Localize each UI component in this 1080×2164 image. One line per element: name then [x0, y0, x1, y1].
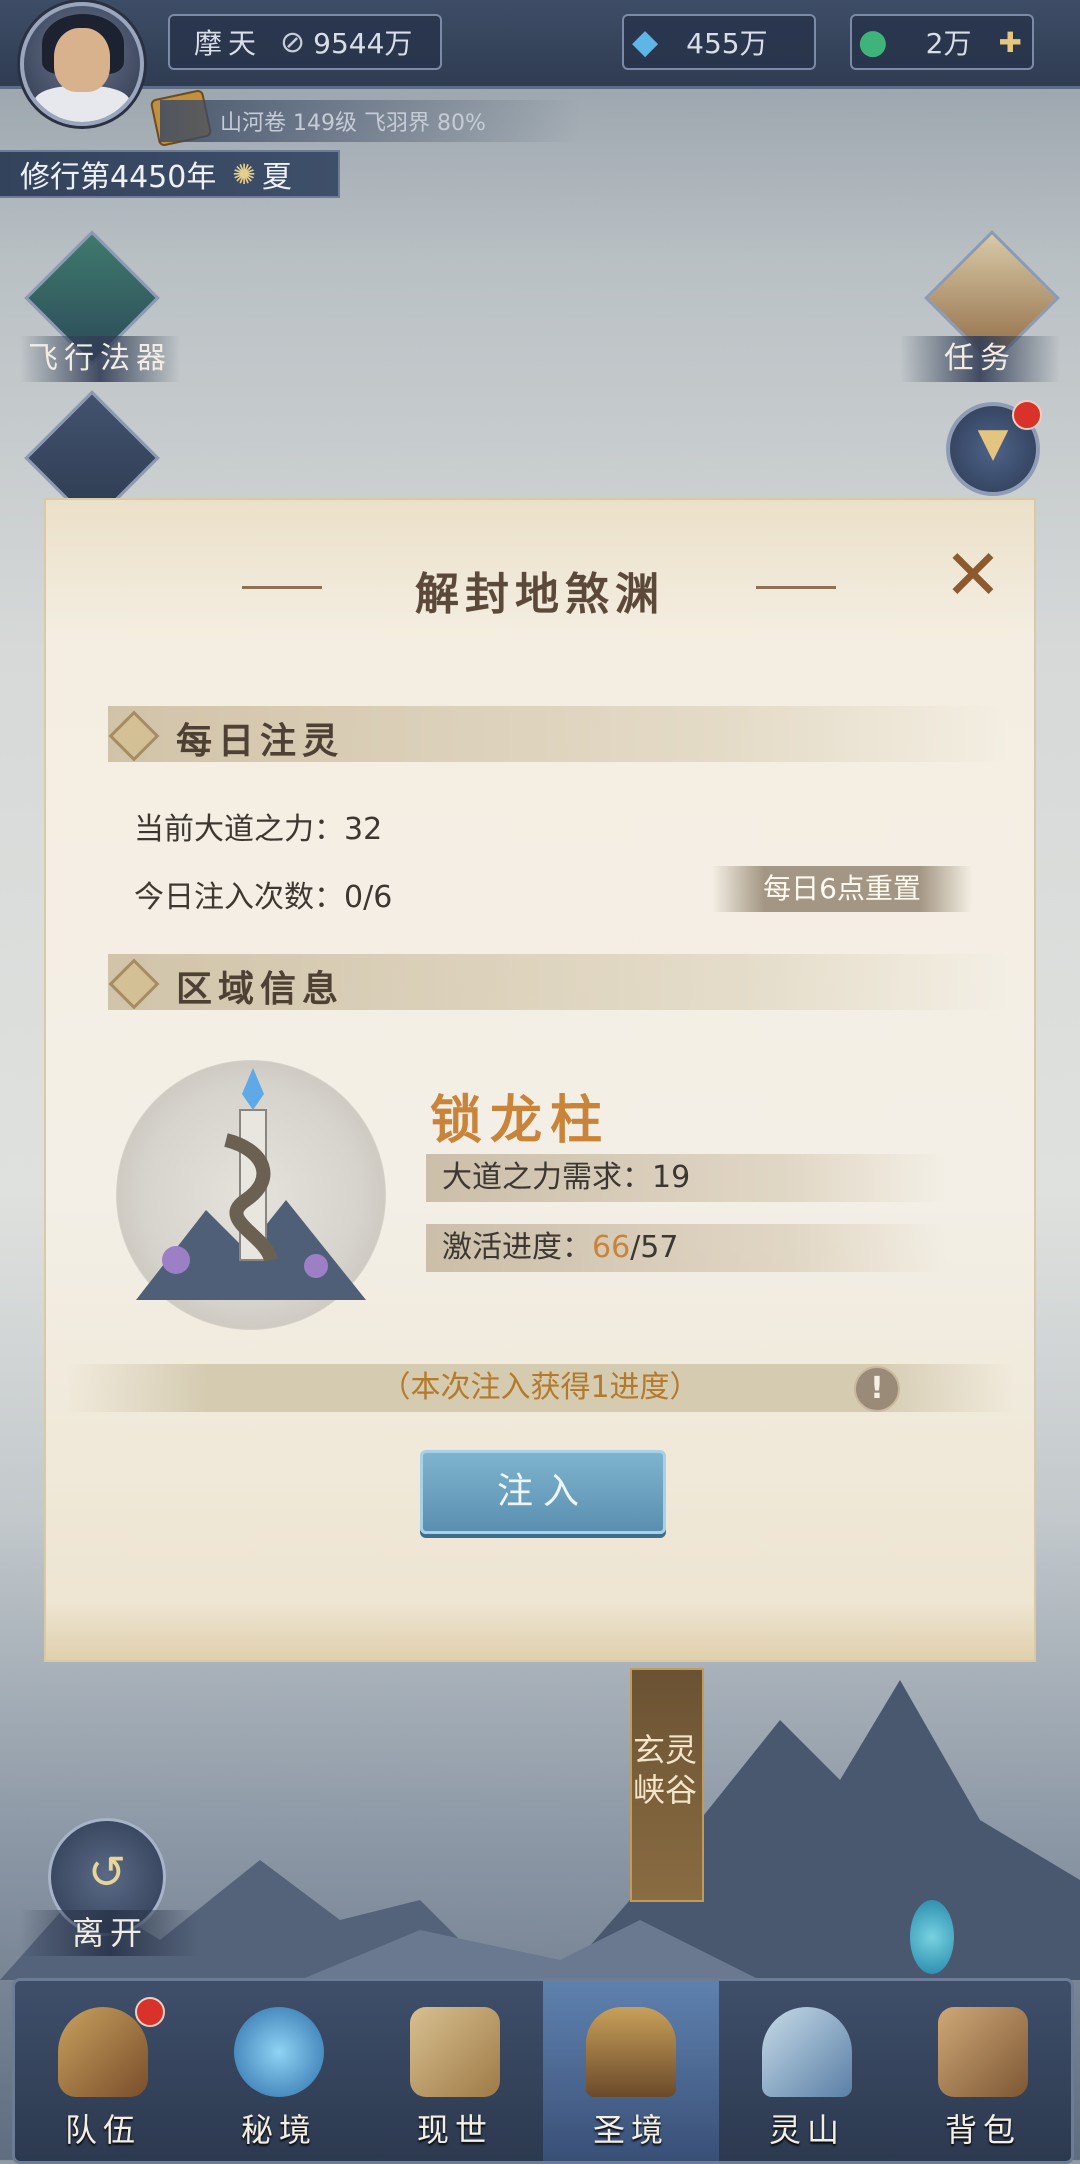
- area-section-header: 区域信息: [108, 954, 1008, 1010]
- gorge-tower-label: 玄灵峡谷: [632, 1731, 697, 1809]
- cultivation-year-bar: 修行第4450年 ✺ 夏: [0, 150, 340, 198]
- portal-icon[interactable]: [910, 1900, 954, 1974]
- team-notification-dot: [135, 1997, 165, 2027]
- flying-artifact-button[interactable]: 飞行法器: [20, 230, 180, 382]
- secret-realm-icon: [234, 2007, 324, 2097]
- player-power: 9544万: [313, 27, 413, 60]
- dialog-title: 解封地煞渊: [415, 569, 665, 620]
- jade-pill[interactable]: ● 2万 ✚: [850, 14, 1034, 70]
- leave-label: 离开: [20, 1910, 200, 1956]
- requirement-row: 大道之力需求：19: [426, 1154, 946, 1202]
- flying-artifact-label: 飞行法器: [20, 336, 180, 382]
- inject-button[interactable]: 注入: [420, 1450, 666, 1534]
- unseal-dialog: 解封地煞渊 ✕ 每日注灵 当前大道之力：32 今日注入次数：0/6 每日6点重置…: [46, 500, 1034, 1660]
- rank-notification-dot: [1012, 400, 1042, 430]
- inject-count-label: 今日注入次数：: [134, 880, 344, 915]
- section-diamond-icon: [108, 710, 160, 762]
- pillar-name: 锁龙柱: [430, 1090, 611, 1151]
- jade-icon: ●: [858, 22, 888, 62]
- player-name: 摩天: [194, 27, 263, 60]
- nav-spirit-mountain-label: 灵山: [768, 2111, 845, 2149]
- crystal-icon: ◆: [632, 22, 659, 62]
- area-section-title: 区域信息: [176, 968, 345, 1010]
- reset-note: 每日6点重置: [712, 866, 972, 912]
- season-text: 夏: [261, 160, 292, 195]
- bottom-nav: 队伍 秘境 现世 圣境 灵山 背包: [12, 1978, 1074, 2164]
- section-diamond-icon: [108, 958, 160, 1010]
- progress-label: 激活进度：: [442, 1230, 592, 1265]
- player-info-pill[interactable]: 摩天 ⊘ 9544万: [168, 14, 442, 70]
- present-world-icon: [410, 2007, 500, 2097]
- task-label: 任务: [900, 336, 1060, 382]
- avatar-robe: [34, 86, 130, 122]
- realm-info: 山河卷 149级 飞羽界 80%: [160, 100, 580, 142]
- nav-holy-realm-label: 圣境: [592, 2111, 669, 2149]
- rank-button[interactable]: ▼: [946, 400, 1042, 496]
- add-currency-icon[interactable]: ✚: [999, 26, 1022, 59]
- year-text: 修行第4450年: [20, 160, 217, 195]
- spirit-mountain-icon: [762, 2007, 852, 2097]
- spirit-crystal-pill[interactable]: ◆ 455万: [622, 14, 816, 70]
- progress-row: 激活进度：66/57: [426, 1224, 946, 1272]
- nav-spirit-mountain[interactable]: 灵山: [719, 1981, 895, 2161]
- task-button[interactable]: 任务: [900, 230, 1060, 382]
- character-button[interactable]: [24, 390, 160, 526]
- current-power-label: 当前大道之力：: [134, 812, 344, 847]
- requirement-label: 大道之力需求：: [442, 1160, 652, 1195]
- nav-team-label: 队伍: [64, 2111, 141, 2149]
- inject-count-value: 0/6: [344, 880, 393, 915]
- nav-present-world-label: 现世: [416, 2111, 493, 2149]
- crystal-amount: 455万: [686, 27, 768, 60]
- nav-backpack[interactable]: 背包: [895, 1981, 1071, 2161]
- player-avatar[interactable]: [20, 2, 144, 126]
- progress-total: /57: [630, 1230, 679, 1265]
- pillar-illustration: [116, 1060, 386, 1330]
- nav-team[interactable]: 队伍: [15, 1981, 191, 2161]
- nav-backpack-label: 背包: [944, 2111, 1021, 2149]
- holy-realm-icon: [586, 2007, 676, 2097]
- nav-secret-realm-label: 秘境: [240, 2111, 317, 2149]
- daily-section-title: 每日注灵: [176, 720, 345, 762]
- dragon-pillar-icon: [136, 1068, 366, 1300]
- progress-current: 66: [592, 1230, 631, 1265]
- team-icon: [58, 2007, 148, 2097]
- power-icon: ⊘: [280, 24, 306, 60]
- leave-icon: ↺: [87, 1845, 127, 1899]
- daily-section-header: 每日注灵: [108, 706, 1008, 762]
- avatar-face: [54, 28, 110, 92]
- inject-count-line: 今日注入次数：0/6: [134, 872, 392, 916]
- info-icon[interactable]: !: [854, 1366, 900, 1412]
- title-ornament-right: [756, 586, 836, 589]
- requirement-value: 19: [652, 1160, 691, 1195]
- nav-secret-realm[interactable]: 秘境: [191, 1981, 367, 2161]
- jade-amount: 2万: [925, 27, 972, 60]
- current-power-value: 32: [344, 812, 383, 847]
- nav-holy-realm[interactable]: 圣境: [543, 1981, 719, 2161]
- backpack-icon: [938, 2007, 1028, 2097]
- current-power-line: 当前大道之力：32: [134, 804, 382, 848]
- sun-icon: ✺: [232, 157, 256, 191]
- nav-present-world[interactable]: 现世: [367, 1981, 543, 2161]
- close-icon[interactable]: ✕: [938, 540, 1008, 610]
